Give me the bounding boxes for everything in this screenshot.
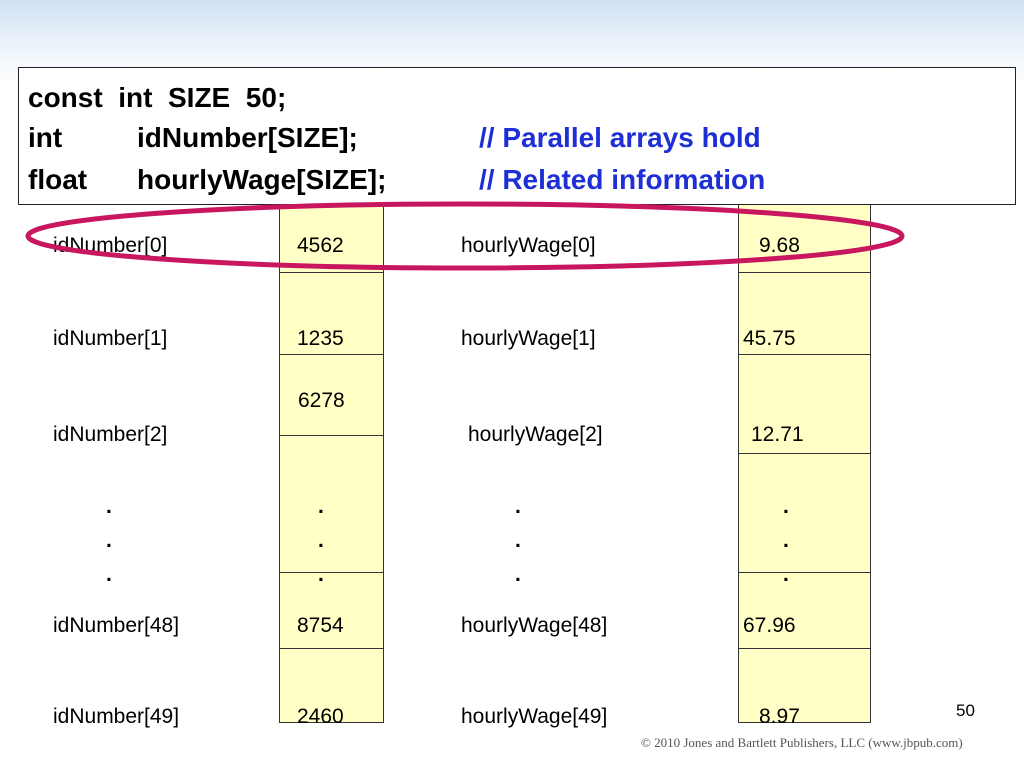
page-number: 50	[956, 701, 975, 720]
highlight-ellipse	[25, 201, 905, 271]
copyright-notice: © 2010 Jones and Bartlett Publishers, LL…	[641, 735, 963, 750]
slide: const int SIZE 50; int idNumber[SIZE]; /…	[0, 0, 1024, 768]
highlight-ellipse-shape	[25, 201, 905, 271]
